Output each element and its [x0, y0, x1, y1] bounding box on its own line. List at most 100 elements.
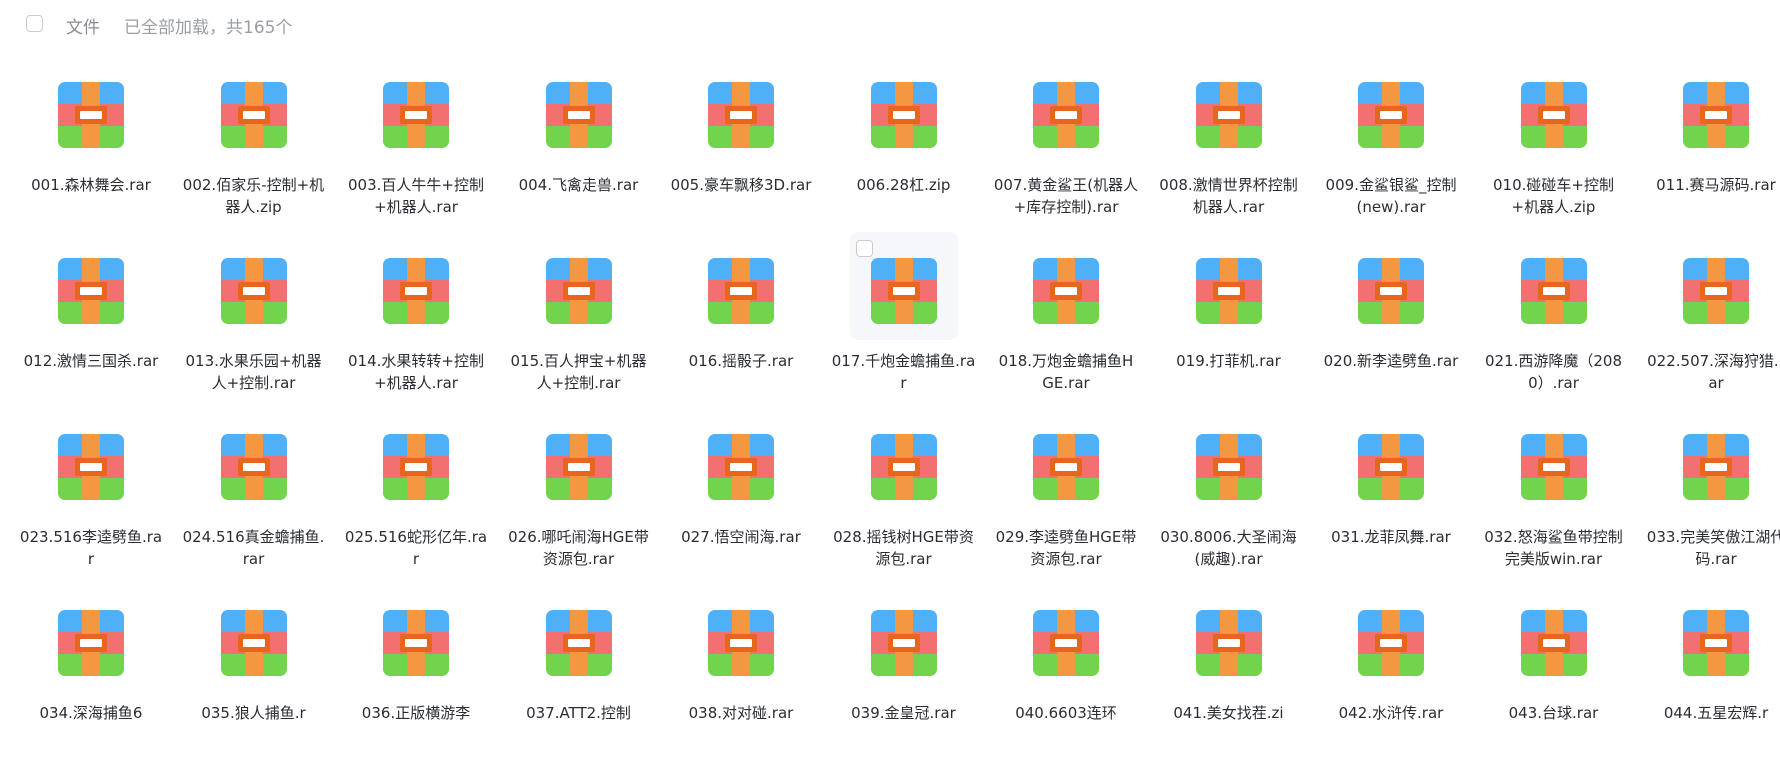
- file-name[interactable]: 031.龙菲凤舞.rar: [1318, 526, 1464, 548]
- file-name[interactable]: 022.507.深海狩猎.rar: [1643, 350, 1780, 394]
- file-thumbnail[interactable]: [1175, 408, 1283, 516]
- file-item[interactable]: 033.完美笑傲江湖代码.rar: [1635, 408, 1780, 584]
- file-name[interactable]: 007.黄金鲨王(机器人+库存控制).rar: [993, 174, 1139, 218]
- file-thumbnail[interactable]: [1500, 408, 1608, 516]
- file-item[interactable]: 028.摇钱树HGE带资源包.rar: [823, 408, 986, 584]
- file-item[interactable]: 004.飞禽走兽.rar: [498, 56, 661, 232]
- file-item[interactable]: 003.百人牛牛+控制+机器人.rar: [335, 56, 498, 232]
- file-name[interactable]: 024.516真金蟾捕鱼.rar: [181, 526, 327, 570]
- file-item[interactable]: 015.百人押宝+机器人+控制.rar: [498, 232, 661, 408]
- file-item[interactable]: 026.哪吒闹海HGE带资源包.rar: [498, 408, 661, 584]
- file-item[interactable]: 029.李逵劈鱼HGE带资源包.rar: [985, 408, 1148, 584]
- file-thumbnail[interactable]: [37, 232, 145, 340]
- file-thumbnail[interactable]: [37, 408, 145, 516]
- file-name[interactable]: 018.万炮金蟾捕鱼HGE.rar: [993, 350, 1139, 394]
- file-item[interactable]: 027.悟空闹海.rar: [660, 408, 823, 584]
- file-item[interactable]: 016.摇骰子.rar: [660, 232, 823, 408]
- file-name[interactable]: 029.李逵劈鱼HGE带资源包.rar: [993, 526, 1139, 570]
- file-name[interactable]: 041.美女找茬.zi: [1156, 702, 1302, 724]
- file-name[interactable]: 023.516李逵劈鱼.rar: [18, 526, 164, 570]
- file-item[interactable]: 025.516蛇形亿年.rar: [335, 408, 498, 584]
- file-name[interactable]: 033.完美笑傲江湖代码.rar: [1643, 526, 1780, 570]
- file-name[interactable]: 027.悟空闹海.rar: [668, 526, 814, 548]
- file-thumbnail[interactable]: [1500, 56, 1608, 164]
- file-name[interactable]: 036.正版横游李: [343, 702, 489, 724]
- file-item[interactable]: 010.碰碰车+控制+机器人.zip: [1473, 56, 1636, 232]
- file-name[interactable]: 013.水果乐园+机器人+控制.rar: [181, 350, 327, 394]
- file-name[interactable]: 030.8006.大圣闹海(威趣).rar: [1156, 526, 1302, 570]
- file-name[interactable]: 043.台球.rar: [1481, 702, 1627, 724]
- file-item[interactable]: 044.五星宏辉.r: [1635, 584, 1780, 760]
- file-thumbnail[interactable]: [1012, 232, 1120, 340]
- file-thumbnail[interactable]: [525, 232, 633, 340]
- file-item[interactable]: 019.打菲机.rar: [1148, 232, 1311, 408]
- file-item[interactable]: 043.台球.rar: [1473, 584, 1636, 760]
- file-item[interactable]: 017.千炮金蟾捕鱼.rar: [823, 232, 986, 408]
- file-name[interactable]: 008.激情世界杯控制 机器人.rar: [1156, 174, 1302, 218]
- file-thumbnail[interactable]: [1662, 584, 1770, 692]
- file-name[interactable]: 020.新李逵劈鱼.rar: [1318, 350, 1464, 372]
- file-name[interactable]: 025.516蛇形亿年.rar: [343, 526, 489, 570]
- file-item[interactable]: 036.正版横游李: [335, 584, 498, 760]
- file-thumbnail[interactable]: [1662, 56, 1770, 164]
- file-name[interactable]: 042.水浒传.rar: [1318, 702, 1464, 724]
- file-item[interactable]: 011.赛马源码.rar: [1635, 56, 1780, 232]
- file-name[interactable]: 002.佰家乐-控制+机器人.zip: [181, 174, 327, 218]
- file-thumbnail[interactable]: [1175, 232, 1283, 340]
- file-name[interactable]: 039.金皇冠.rar: [831, 702, 977, 724]
- file-thumbnail[interactable]: [200, 56, 308, 164]
- file-name[interactable]: 017.千炮金蟾捕鱼.rar: [831, 350, 977, 394]
- file-name[interactable]: 003.百人牛牛+控制+机器人.rar: [343, 174, 489, 218]
- file-thumbnail[interactable]: [1662, 232, 1770, 340]
- file-thumbnail[interactable]: [1337, 584, 1445, 692]
- file-thumbnail[interactable]: [1500, 584, 1608, 692]
- file-thumbnail[interactable]: [1012, 56, 1120, 164]
- file-item[interactable]: 037.ATT2.控制: [498, 584, 661, 760]
- file-name[interactable]: 009.金鲨银鲨_控制(new).rar: [1318, 174, 1464, 218]
- file-name[interactable]: 010.碰碰车+控制+机器人.zip: [1481, 174, 1627, 218]
- file-item[interactable]: 006.28杠.zip: [823, 56, 986, 232]
- file-name[interactable]: 040.6603连环: [993, 702, 1139, 724]
- file-name[interactable]: 021.西游降魔（2080）.rar: [1481, 350, 1627, 394]
- file-thumbnail[interactable]: [1337, 408, 1445, 516]
- file-name[interactable]: 014.水果转转+控制+机器人.rar: [343, 350, 489, 394]
- file-item[interactable]: 005.豪车飘移3D.rar: [660, 56, 823, 232]
- file-item[interactable]: 001.森林舞会.rar: [10, 56, 173, 232]
- file-name[interactable]: 016.摇骰子.rar: [668, 350, 814, 372]
- file-item[interactable]: 008.激情世界杯控制 机器人.rar: [1148, 56, 1311, 232]
- file-name[interactable]: 038.对对碰.rar: [668, 702, 814, 724]
- file-name[interactable]: 011.赛马源码.rar: [1643, 174, 1780, 196]
- file-item[interactable]: 007.黄金鲨王(机器人+库存控制).rar: [985, 56, 1148, 232]
- file-thumbnail[interactable]: [525, 56, 633, 164]
- file-thumbnail[interactable]: [1175, 584, 1283, 692]
- file-name[interactable]: 044.五星宏辉.r: [1643, 702, 1780, 724]
- file-item[interactable]: 024.516真金蟾捕鱼.rar: [173, 408, 336, 584]
- file-thumbnail[interactable]: [525, 408, 633, 516]
- file-item[interactable]: 039.金皇冠.rar: [823, 584, 986, 760]
- file-thumbnail[interactable]: [1175, 56, 1283, 164]
- file-thumbnail[interactable]: [687, 584, 795, 692]
- file-thumbnail[interactable]: [37, 584, 145, 692]
- file-item[interactable]: 023.516李逵劈鱼.rar: [10, 408, 173, 584]
- file-name[interactable]: 019.打菲机.rar: [1156, 350, 1302, 372]
- file-name[interactable]: 004.飞禽走兽.rar: [506, 174, 652, 196]
- file-item[interactable]: 020.新李逵劈鱼.rar: [1310, 232, 1473, 408]
- file-thumbnail[interactable]: [200, 584, 308, 692]
- file-thumbnail[interactable]: [362, 408, 470, 516]
- file-thumbnail[interactable]: [1662, 408, 1770, 516]
- file-thumbnail[interactable]: [849, 232, 958, 340]
- file-name[interactable]: 035.狼人捕鱼.r: [181, 702, 327, 724]
- file-thumbnail[interactable]: [525, 584, 633, 692]
- file-item[interactable]: 030.8006.大圣闹海(威趣).rar: [1148, 408, 1311, 584]
- file-name[interactable]: 012.激情三国杀.rar: [18, 350, 164, 372]
- file-thumbnail[interactable]: [687, 232, 795, 340]
- file-select-checkbox[interactable]: [855, 240, 873, 257]
- file-thumbnail[interactable]: [200, 232, 308, 340]
- file-thumbnail[interactable]: [850, 584, 958, 692]
- file-item[interactable]: 021.西游降魔（2080）.rar: [1473, 232, 1636, 408]
- file-thumbnail[interactable]: [200, 408, 308, 516]
- file-thumbnail[interactable]: [1500, 232, 1608, 340]
- file-thumbnail[interactable]: [687, 56, 795, 164]
- file-thumbnail[interactable]: [1012, 584, 1120, 692]
- file-thumbnail[interactable]: [687, 408, 795, 516]
